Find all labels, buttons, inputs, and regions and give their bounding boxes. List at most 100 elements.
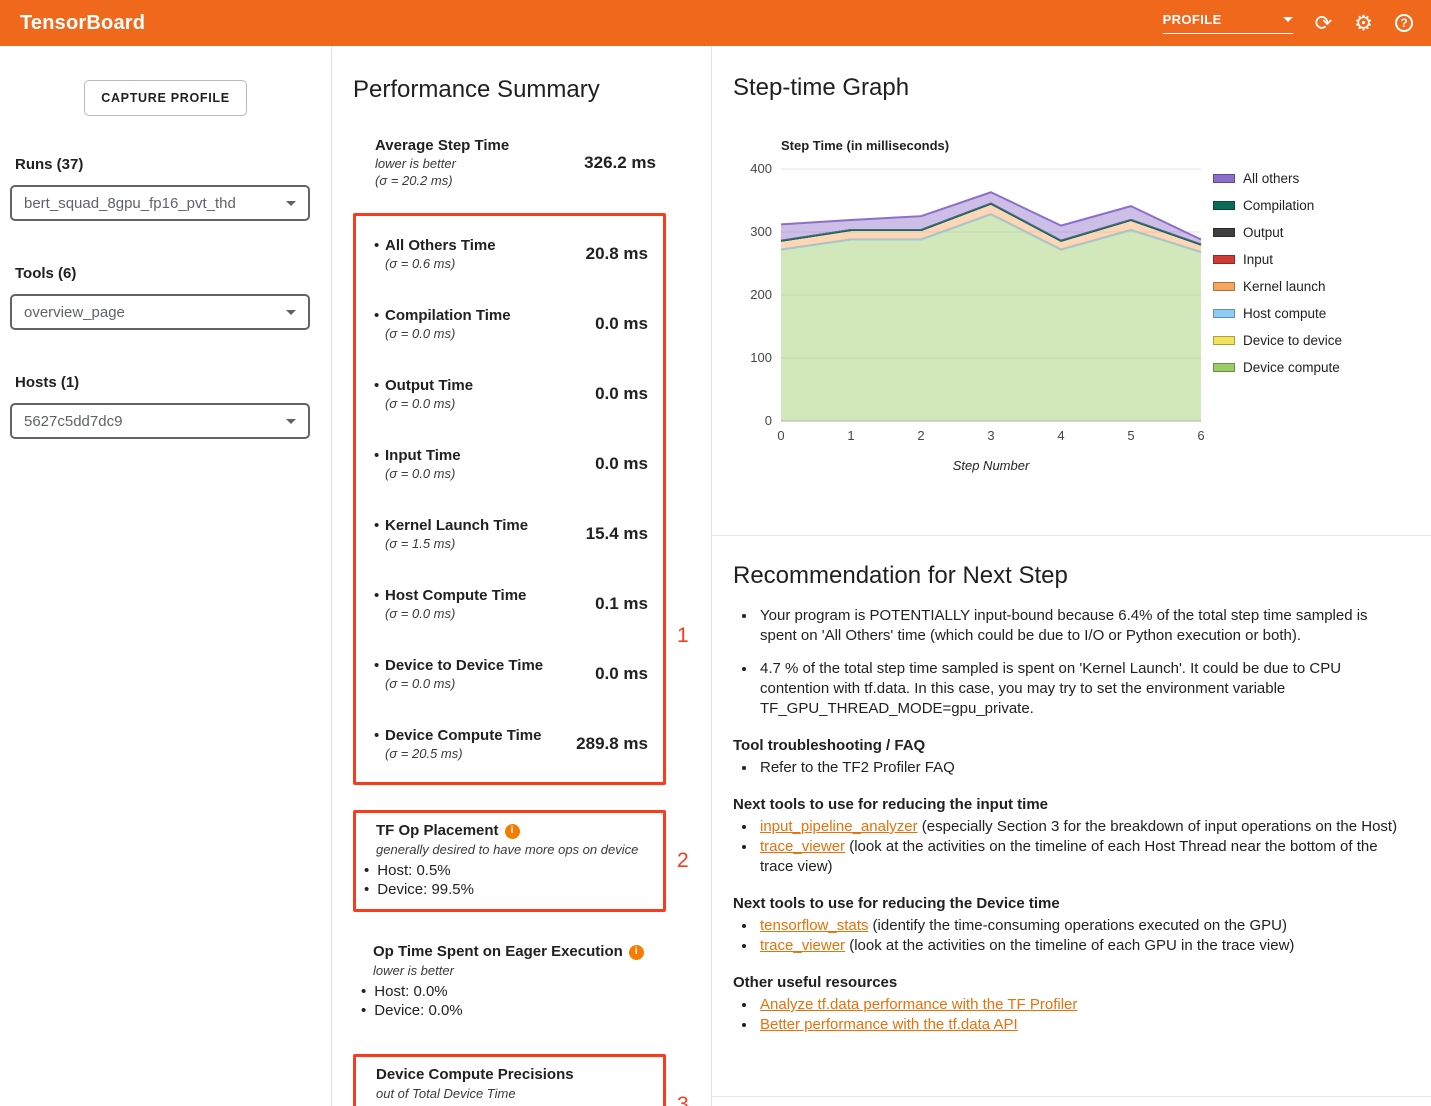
y-tick-label: 0 [765,413,772,428]
bullet-icon: • [374,306,385,325]
reload-icon[interactable]: ⟳ [1315,13,1333,34]
metric-label: Input Time [385,446,461,465]
item-link[interactable]: input_pipeline_analyzer [760,818,918,835]
bullet-icon: • [374,726,385,745]
tools-dropdown-value: overview_page [24,304,125,321]
runs-dropdown[interactable]: bert_squad_8gpu_fp16_pvt_thd [10,185,310,221]
capture-profile-button[interactable]: CAPTURE PROFILE [84,80,247,116]
legend-swatch-device-compute [1213,363,1235,372]
metric-sigma: (σ = 0.0 ms) [385,675,595,692]
metric-sigma: (σ = 0.6 ms) [385,255,586,272]
list-item: Analyze tf.data performance with the TF … [757,995,1403,1015]
x-tick-label: 2 [917,428,924,443]
chart-x-axis-label: Step Number [781,458,1201,473]
reco-section-device-time: Next tools to use for reducing the Devic… [733,894,1403,956]
chart-legend: All othersCompilationOutputInputKernel l… [1213,171,1342,452]
top-app-bar: TensorBoard PROFILE ⟳ ⚙ ? [0,0,1431,46]
x-tick-label: 0 [777,428,784,443]
metric-sigma: (σ = 20.2 ms) [375,172,584,189]
tf-op-placement-title: TF Op Placement [376,821,499,841]
metric-row: • All Others Time (σ = 0.6 ms) 20.8 ms [356,219,663,289]
item-text: (look at the activities on the timeline … [760,838,1378,875]
metric-label: Average Step Time [375,136,584,155]
x-tick-label: 4 [1057,428,1064,443]
y-tick-label: 200 [750,287,772,302]
y-tick-label: 300 [750,224,772,239]
metric-label: Device Compute Time [385,726,541,745]
metric-sigma: (σ = 20.5 ms) [385,745,576,762]
performance-summary-title: Performance Summary [353,76,711,104]
reco-section-faq: Tool troubleshooting / FAQ Refer to the … [733,736,1403,778]
bullet-icon: • [374,656,385,675]
legend-item: Device compute [1213,360,1342,375]
x-tick-label: 6 [1197,428,1204,443]
stacked-area-chart: 01002003004000123456 [747,157,1209,452]
gear-icon[interactable]: ⚙ [1354,13,1373,34]
tools-dropdown[interactable]: overview_page [10,294,310,330]
bullet-icon: • [374,586,385,605]
metric-value: 289.8 ms [576,734,648,754]
info-icon[interactable]: i [629,945,644,960]
metric-label: All Others Time [385,236,496,255]
device-compute-precisions-box: Device Compute Precisions out of Total D… [353,1054,666,1106]
bullet-icon: • [374,376,385,395]
legend-label: Host compute [1243,306,1326,321]
list-item: trace_viewer (look at the activities on … [757,837,1403,877]
sidebar: CAPTURE PROFILE Runs (37) bert_squad_8gp… [0,46,331,1106]
legend-item: Compilation [1213,198,1342,213]
reco-section-input-time: Next tools to use for reducing the input… [733,795,1403,877]
step-time-graph-card: Step-time Graph Step Time (in millisecon… [712,46,1431,536]
eager-title: Op Time Spent on Eager Execution [373,942,623,962]
eager-execution-section: Op Time Spent on Eager Execution i lower… [353,942,666,1020]
list-item: Host: 0.5% [364,861,649,880]
right-panel: Step-time Graph Step Time (in millisecon… [711,46,1431,1106]
tf-op-placement-annotation-group: 2 TF Op Placement i generally desired to… [353,810,666,912]
item-link[interactable]: Better performance with the tf.data API [760,1016,1018,1033]
metric-row: • Input Time (σ = 0.0 ms) 0.0 ms [356,429,663,499]
list-item: Better performance with the tf.data API [757,1015,1403,1035]
legend-label: Input [1243,252,1273,267]
list-item: Device: 99.5% [364,880,649,899]
info-icon[interactable]: i [505,824,520,839]
step-time-graph-title: Step-time Graph [733,74,1431,102]
metric-note: lower is better [375,155,584,172]
legend-swatch-device-to-device [1213,336,1235,345]
annotation-number-2: 2 [677,849,689,873]
item-link[interactable]: trace_viewer [760,937,845,954]
precisions-note: out of Total Device Time [376,1085,649,1103]
legend-swatch-compilation [1213,201,1235,210]
x-tick-label: 5 [1127,428,1134,443]
chart-title: Step Time (in milliseconds) [781,138,1431,153]
tf-op-placement-note: generally desired to have more ops on de… [376,841,649,859]
runs-dropdown-value: bert_squad_8gpu_fp16_pvt_thd [24,195,236,212]
recommendation-title: Recommendation for Next Step [733,562,1403,590]
annotation-number-1: 1 [677,624,689,648]
list-item: trace_viewer (look at the activities on … [757,936,1403,956]
metric-value: 15.4 ms [586,524,648,544]
average-step-time-row: Average Step Time lower is better (σ = 2… [353,136,711,189]
help-icon[interactable]: ? [1395,14,1413,32]
metric-sigma: (σ = 0.0 ms) [385,325,595,342]
chevron-down-icon [286,419,296,424]
hosts-dropdown[interactable]: 5627c5dd7dc9 [10,403,310,439]
precisions-title: Device Compute Precisions [376,1065,574,1085]
item-link[interactable]: Analyze tf.data performance with the TF … [760,996,1077,1013]
item-link[interactable]: tensorflow_stats [760,917,868,934]
legend-label: Kernel launch [1243,279,1326,294]
metric-label: Device to Device Time [385,656,543,675]
item-link[interactable]: trace_viewer [760,838,845,855]
legend-label: Output [1243,225,1284,240]
metric-value: 326.2 ms [584,153,656,173]
section-heading: Tool troubleshooting / FAQ [733,736,1403,756]
metric-value: 0.0 ms [595,314,648,334]
dashboard-select[interactable]: PROFILE [1163,12,1293,34]
x-tick-label: 1 [847,428,854,443]
metric-value: 0.0 ms [595,454,648,474]
list-item: Refer to the TF2 Profiler FAQ [757,758,1403,778]
tf-op-placement-box: TF Op Placement i generally desired to h… [353,810,666,912]
metric-value: 0.0 ms [595,384,648,404]
legend-item: Output [1213,225,1342,240]
item-text: (identify the time-consuming operations … [868,917,1287,934]
metric-label: Compilation Time [385,306,511,325]
dashboard-select-value: PROFILE [1163,12,1222,27]
